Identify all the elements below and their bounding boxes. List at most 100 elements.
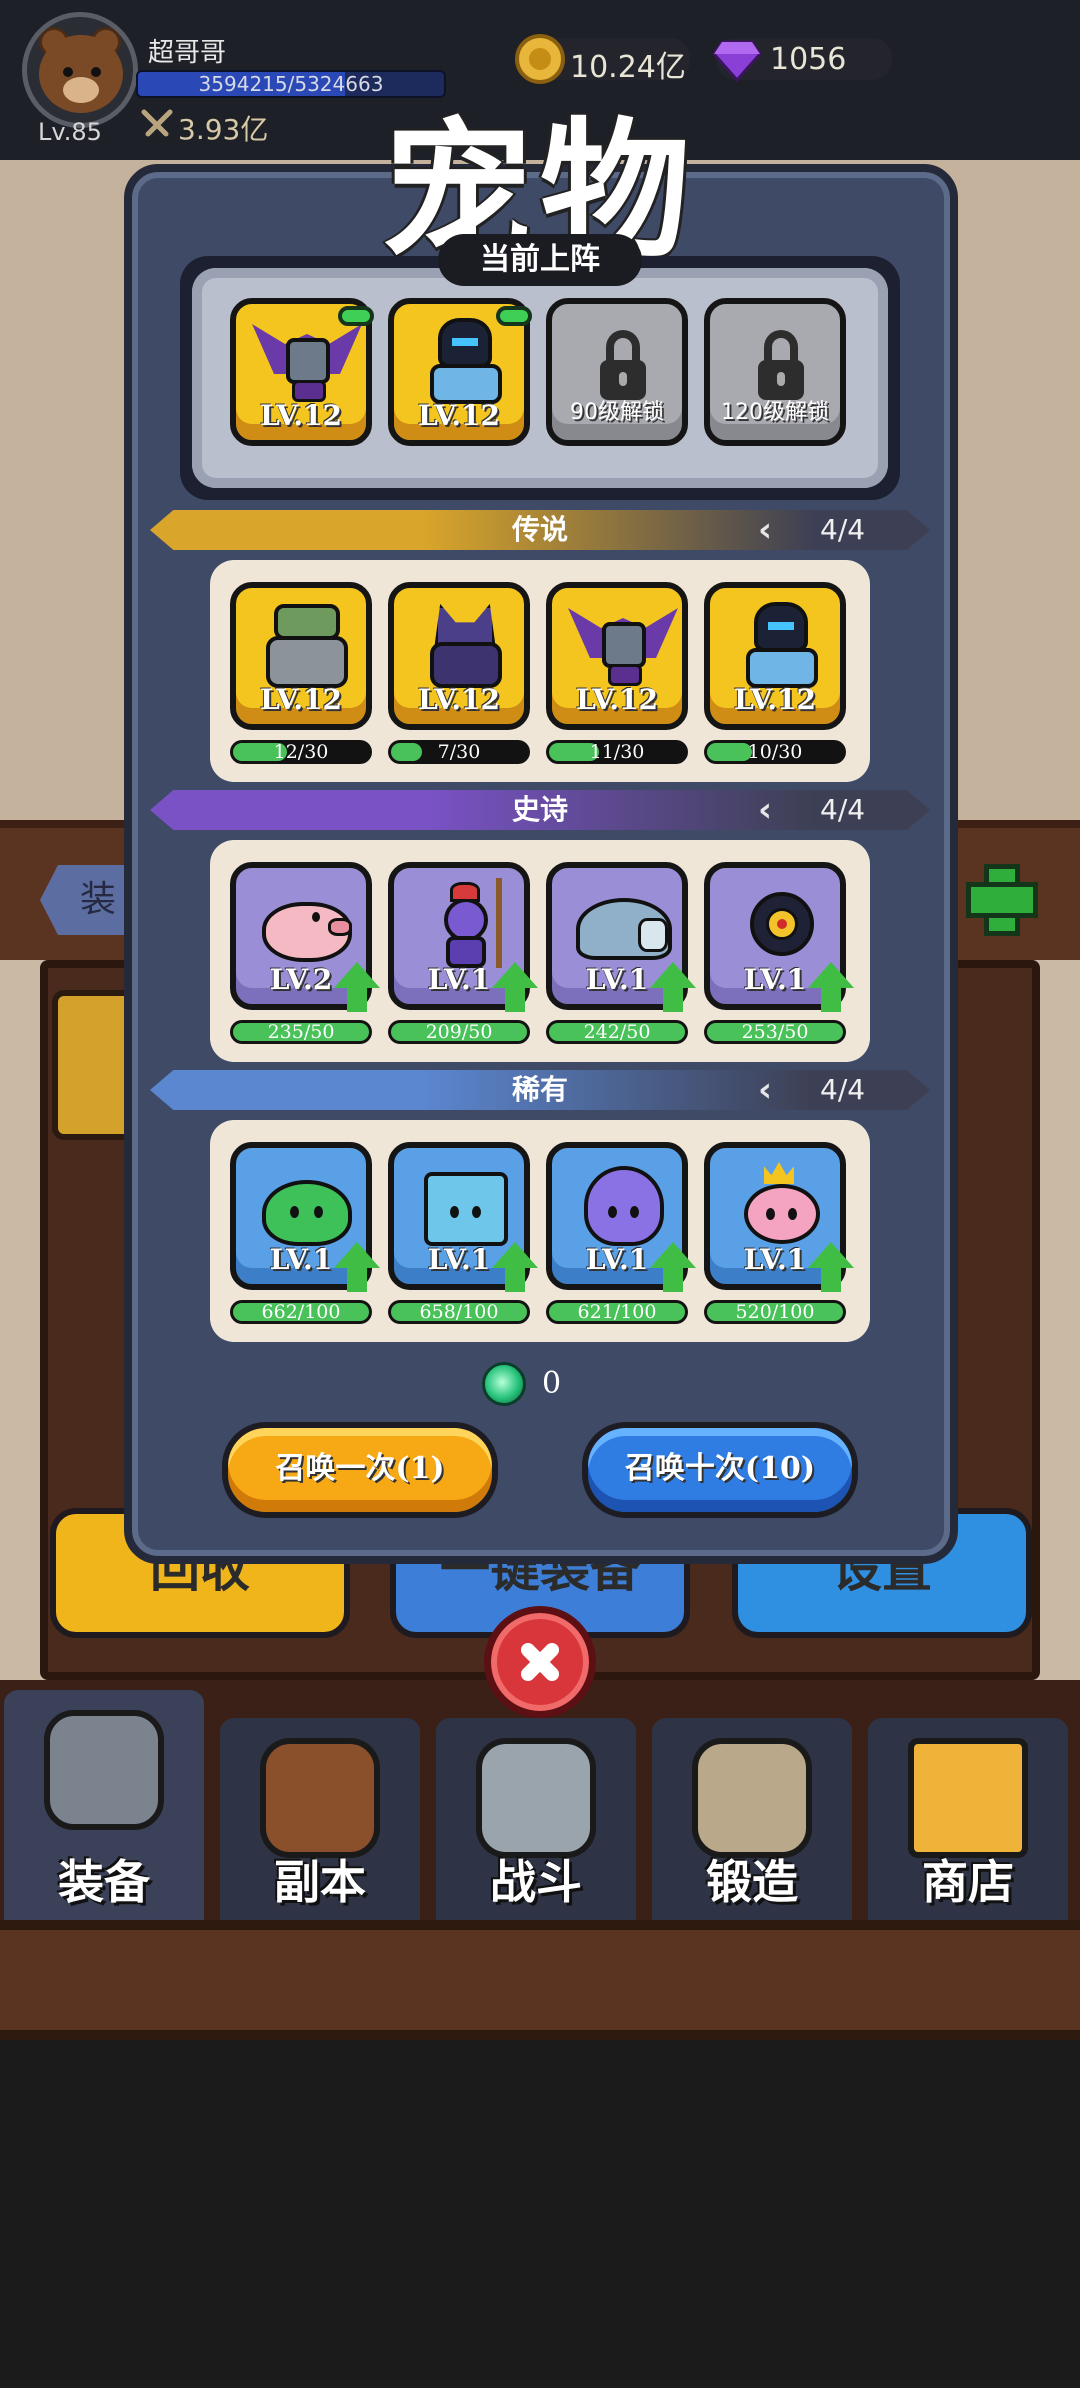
- upgrade-arrow-icon[interactable]: [334, 1242, 380, 1294]
- locked-team-slot[interactable]: 90级解锁: [546, 298, 688, 446]
- upgrade-arrow-icon[interactable]: [808, 1242, 854, 1294]
- pet-level: LV.12: [734, 683, 816, 716]
- nav-label: 副本: [274, 1855, 366, 1909]
- pink-pig-icon: [252, 878, 362, 968]
- bat-dragon-icon: [568, 598, 678, 688]
- nav-item-1[interactable]: 副本: [220, 1718, 420, 1920]
- upgrade-arrow-icon[interactable]: [492, 1242, 538, 1294]
- chevron-left-icon[interactable]: ‹: [758, 792, 794, 828]
- pet-progress-bar: 253/50: [704, 1020, 846, 1044]
- pet-level: LV.12: [260, 683, 342, 716]
- summon-currency: 0: [542, 1366, 562, 1401]
- pet-card[interactable]: LV.1: [388, 862, 530, 1012]
- pet-progress-text: 520/100: [735, 1301, 815, 1323]
- pet-card[interactable]: LV.1: [546, 862, 688, 1012]
- pet-progress-bar: 7/30: [388, 740, 530, 764]
- nav-item-0[interactable]: 装备: [4, 1690, 204, 1920]
- pet-level: LV.12: [418, 399, 500, 432]
- pink-king-slime-icon: [726, 1158, 836, 1248]
- pet-progress-text: 12/30: [273, 741, 329, 763]
- pet-level: LV.12: [576, 683, 658, 716]
- team-slot[interactable]: LV.12: [230, 298, 374, 446]
- pet-card[interactable]: LV.1: [546, 1142, 688, 1292]
- pet-progress-text: 7/30: [437, 741, 481, 763]
- upgrade-arrow-icon[interactable]: [808, 962, 854, 1014]
- nav-label: 装备: [58, 1855, 150, 1909]
- locked-team-slot[interactable]: 120级解锁: [704, 298, 846, 446]
- rock-turtle-icon: [568, 878, 678, 968]
- purple-goblin-icon: [410, 878, 520, 968]
- ice-knight-icon: [726, 598, 836, 688]
- nav-item-2[interactable]: 战斗: [436, 1718, 636, 1920]
- team-slot[interactable]: LV.12: [388, 298, 532, 446]
- nav-label: 商店: [922, 1855, 1014, 1909]
- stone-golem-icon: [252, 598, 362, 688]
- section-header: 史诗 ‹ 4/4: [150, 790, 930, 830]
- pet-progress-bar: 242/50: [546, 1020, 688, 1044]
- sword-shield-icon: [260, 1738, 380, 1858]
- player-name: 超哥哥: [148, 38, 227, 68]
- pet-progress-text: 235/50: [267, 1021, 335, 1043]
- pet-card[interactable]: LV.12: [546, 582, 688, 730]
- pet-progress-bar: 11/30: [546, 740, 688, 764]
- section-count: 4/4: [820, 793, 866, 826]
- pet-progress-bar: 10/30: [704, 740, 846, 764]
- eye-beast-icon: [726, 878, 836, 968]
- pet-card[interactable]: LV.12: [388, 582, 530, 730]
- section-header: 稀有 ‹ 4/4: [150, 1070, 930, 1110]
- upgrade-arrow-icon[interactable]: [492, 962, 538, 1014]
- nav-item-3[interactable]: 锻造: [652, 1718, 852, 1920]
- werewolf-icon: [410, 598, 520, 688]
- pet-card[interactable]: LV.12: [230, 582, 372, 730]
- section-title: 传说: [511, 513, 568, 546]
- nav-label: 战斗: [490, 1855, 582, 1909]
- chevron-left-icon[interactable]: ‹: [758, 1072, 794, 1108]
- equipped-tag[interactable]: [338, 306, 374, 326]
- pet-card[interactable]: LV.1: [704, 862, 846, 1012]
- section-header: 传说 ‹ 4/4: [150, 510, 930, 550]
- pet-card[interactable]: LV.1: [230, 1142, 372, 1292]
- equipped-tag[interactable]: [496, 306, 532, 326]
- pet-progress-text: 11/30: [589, 741, 645, 763]
- bat-dragon-icon: [252, 314, 362, 404]
- section-count: 4/4: [820, 1073, 866, 1106]
- pet-progress-text: 10/30: [747, 741, 803, 763]
- nav-item-4[interactable]: 商店: [868, 1718, 1068, 1920]
- pet-progress-bar: 12/30: [230, 740, 372, 764]
- hammer-scroll-icon: [692, 1738, 812, 1858]
- pet-progress-text: 209/50: [425, 1021, 493, 1043]
- pet-progress-text: 242/50: [583, 1021, 651, 1043]
- pet-progress-text: 253/50: [741, 1021, 809, 1043]
- section-title: 史诗: [511, 793, 568, 826]
- pet-level: LV.12: [260, 399, 342, 432]
- pet-progress-bar: 662/100: [230, 1300, 372, 1324]
- unlock-requirement: 90级解锁: [570, 400, 664, 425]
- bg-tab-equip[interactable]: 装: [40, 865, 130, 935]
- summon-ten-button[interactable]: 召唤十次(10): [582, 1422, 858, 1518]
- pet-card[interactable]: LV.2: [230, 862, 372, 1012]
- close-button[interactable]: [484, 1606, 596, 1718]
- green-slime-icon: [252, 1158, 362, 1248]
- chevron-left-icon[interactable]: ‹: [758, 512, 794, 548]
- pet-card[interactable]: LV.1: [388, 1142, 530, 1292]
- unlock-requirement: 120级解锁: [721, 400, 829, 425]
- upgrade-arrow-icon[interactable]: [650, 1242, 696, 1294]
- pet-level: LV.12: [418, 683, 500, 716]
- ice-cube-icon: [410, 1158, 520, 1248]
- pet-progress-bar: 235/50: [230, 1020, 372, 1044]
- pet-progress-text: 658/100: [419, 1301, 499, 1323]
- upgrade-arrow-icon[interactable]: [650, 962, 696, 1014]
- pet-progress-bar: 621/100: [546, 1300, 688, 1324]
- pet-card[interactable]: LV.12: [704, 582, 846, 730]
- upgrade-arrow-icon[interactable]: [334, 962, 380, 1014]
- pet-progress-text: 662/100: [261, 1301, 341, 1323]
- shop-icon: [908, 1738, 1028, 1858]
- pet-progress-bar: 658/100: [388, 1300, 530, 1324]
- pet-card[interactable]: LV.1: [704, 1142, 846, 1292]
- bottom-shelf: [0, 1920, 1080, 2040]
- section-title: 稀有: [511, 1073, 568, 1106]
- summon-once-button[interactable]: 召唤一次(1): [222, 1422, 498, 1518]
- nav-label: 锻造: [706, 1855, 798, 1909]
- plus-icon[interactable]: [962, 860, 1038, 936]
- crossed-swords-icon: [476, 1738, 596, 1858]
